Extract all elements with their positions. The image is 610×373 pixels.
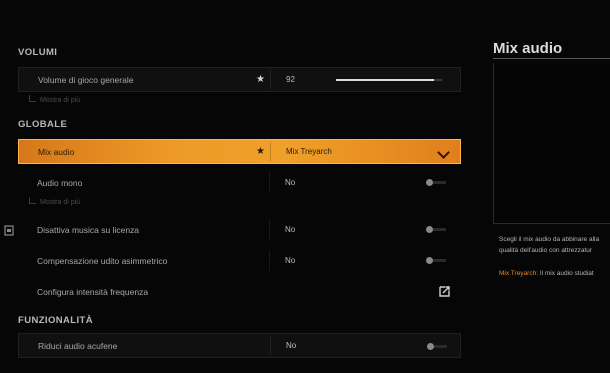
setting-riduci-acufene[interactable]: Riduci audio acufene No [18,333,461,358]
setting-label: Riduci audio acufene [38,340,118,351]
setting-value: No [285,256,296,265]
setting-compensazione-udito[interactable]: Compensazione udito asimmetrico No [18,248,461,273]
setting-audio-mono[interactable]: Audio mono No [18,170,461,195]
setting-volume-generale[interactable]: Volume di gioco generale ★ 92 [18,67,461,92]
side-tab-icon[interactable] [4,224,14,238]
toggle-switch[interactable] [426,226,433,233]
show-more-link[interactable]: Mostra di più [40,97,80,104]
star-icon[interactable]: ★ [256,146,265,157]
row-divider [269,172,270,193]
row-divider [269,219,270,240]
section-title-globale: GLOBALE [18,119,68,130]
toggle-switch[interactable] [427,343,434,350]
chevron-down-icon[interactable] [437,146,450,159]
panel-option-desc: Il mix audio studiat [538,270,594,277]
setting-label: Disattiva musica su licenza [37,224,140,235]
panel-option-note: Mix Treyarch: Il mix audio studiat [499,270,594,277]
panel-divider [493,58,610,59]
setting-configura-frequenza[interactable]: Configura intensità frequenza [18,279,461,304]
panel-title: Mix audio [493,40,563,57]
panel-option-name: Mix Treyarch: [499,270,539,277]
sub-corner-line [29,197,36,204]
row-divider [270,336,271,355]
external-link-icon[interactable] [439,286,450,297]
setting-label: Configura intensità frequenza [37,286,149,297]
setting-value: No [286,341,297,350]
volume-slider[interactable] [336,79,442,81]
panel-preview-area [493,63,610,224]
row-divider [270,142,271,161]
setting-value: No [285,225,296,234]
section-title-funzionalita: FUNZIONALITÀ [18,315,93,326]
panel-desc-line1: Scegli il mix audio da abbinare alla [499,236,600,243]
setting-label: Volume di gioco generale [38,74,134,85]
toggle-switch[interactable] [426,179,433,186]
section-title-volumi: VOLUMI [18,47,58,58]
panel-desc-line2: qualità dell'audio con attrezzatur [499,247,593,254]
toggle-switch[interactable] [426,257,433,264]
show-more-link[interactable]: Mostra di più [40,199,80,206]
setting-value: No [285,178,296,187]
setting-label: Mix audio [38,146,75,157]
setting-value: 92 [286,75,295,84]
row-divider [269,250,270,271]
row-divider [270,70,271,89]
setting-label: Compensazione udito asimmetrico [37,255,168,266]
setting-label: Audio mono [37,177,83,188]
panel-description: Scegli il mix audio da abbinare alla qua… [499,234,610,256]
setting-disattiva-musica[interactable]: Disattiva musica su licenza No [18,217,461,242]
volume-slider-fill [336,79,434,81]
sub-corner-line [29,95,36,102]
setting-value: Mix Treyarch [286,147,332,156]
star-icon[interactable]: ★ [256,74,265,85]
setting-mix-audio[interactable]: Mix audio ★ Mix Treyarch [18,139,461,164]
